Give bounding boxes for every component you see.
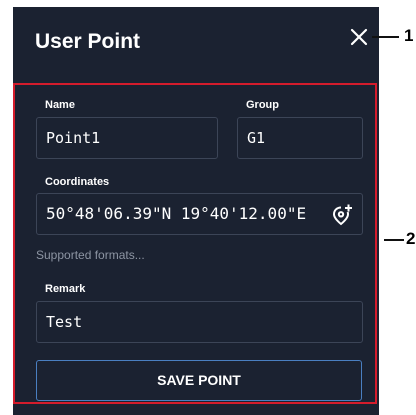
- group-field[interactable]: G1: [237, 117, 363, 159]
- coordinates-value: 50°48'06.39"N 19°40'12.00"E: [46, 204, 307, 223]
- supported-formats-link[interactable]: Supported formats...: [36, 248, 145, 262]
- close-icon: [350, 28, 368, 46]
- callout-number-1: 1: [404, 26, 414, 45]
- name-field[interactable]: Point1: [36, 117, 218, 159]
- callout-line-1: [372, 36, 399, 38]
- remark-field[interactable]: Test: [36, 301, 363, 343]
- add-location-icon: [332, 204, 352, 226]
- remark-label: Remark: [45, 283, 86, 295]
- dialog-title: User Point: [35, 30, 141, 53]
- save-point-button[interactable]: SAVE POINT: [36, 360, 362, 401]
- add-location-button[interactable]: [330, 203, 354, 227]
- callout-line-2: [384, 239, 404, 241]
- group-label: Group: [246, 99, 279, 111]
- name-label: Name: [45, 99, 75, 111]
- coordinates-label: Coordinates: [45, 176, 110, 188]
- close-button[interactable]: [349, 27, 371, 49]
- callout-number-2: 2: [406, 229, 416, 248]
- coordinates-field[interactable]: 50°48'06.39"N 19°40'12.00"E: [36, 193, 363, 235]
